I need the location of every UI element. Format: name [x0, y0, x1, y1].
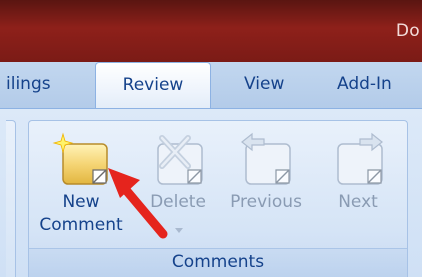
window-title: Do [395, 21, 420, 41]
previous-comment-label: Previous [230, 192, 302, 212]
delete-comment-button[interactable]: Delete [138, 124, 218, 244]
previous-comment-icon [241, 132, 291, 185]
comments-group-label: Comments [171, 252, 265, 272]
tab-add-ins[interactable]: Add-In [337, 74, 392, 94]
next-comment-icon [337, 132, 383, 185]
delete-comment-label: Delete [150, 192, 206, 212]
tab-mailings[interactable]: ilings [6, 74, 51, 94]
title-bar: Do [0, 0, 422, 62]
word-window: Do ilings Review View Add-In New Comment… [0, 0, 422, 277]
tab-review[interactable]: Review [95, 62, 211, 110]
new-comment-icon [52, 132, 108, 185]
delete-comment-icon [157, 135, 203, 185]
new-comment-label: New Comment [39, 192, 123, 235]
next-comment-label: Next [338, 192, 378, 212]
previous-group-edge [6, 120, 16, 277]
new-comment-button[interactable]: New Comment [36, 124, 126, 244]
tab-view[interactable]: View [244, 74, 284, 94]
chevron-down-icon [175, 228, 183, 233]
previous-comment-button[interactable]: Previous [220, 124, 312, 244]
tab-review-label: Review [122, 75, 184, 95]
next-comment-button[interactable]: Next [318, 124, 398, 244]
